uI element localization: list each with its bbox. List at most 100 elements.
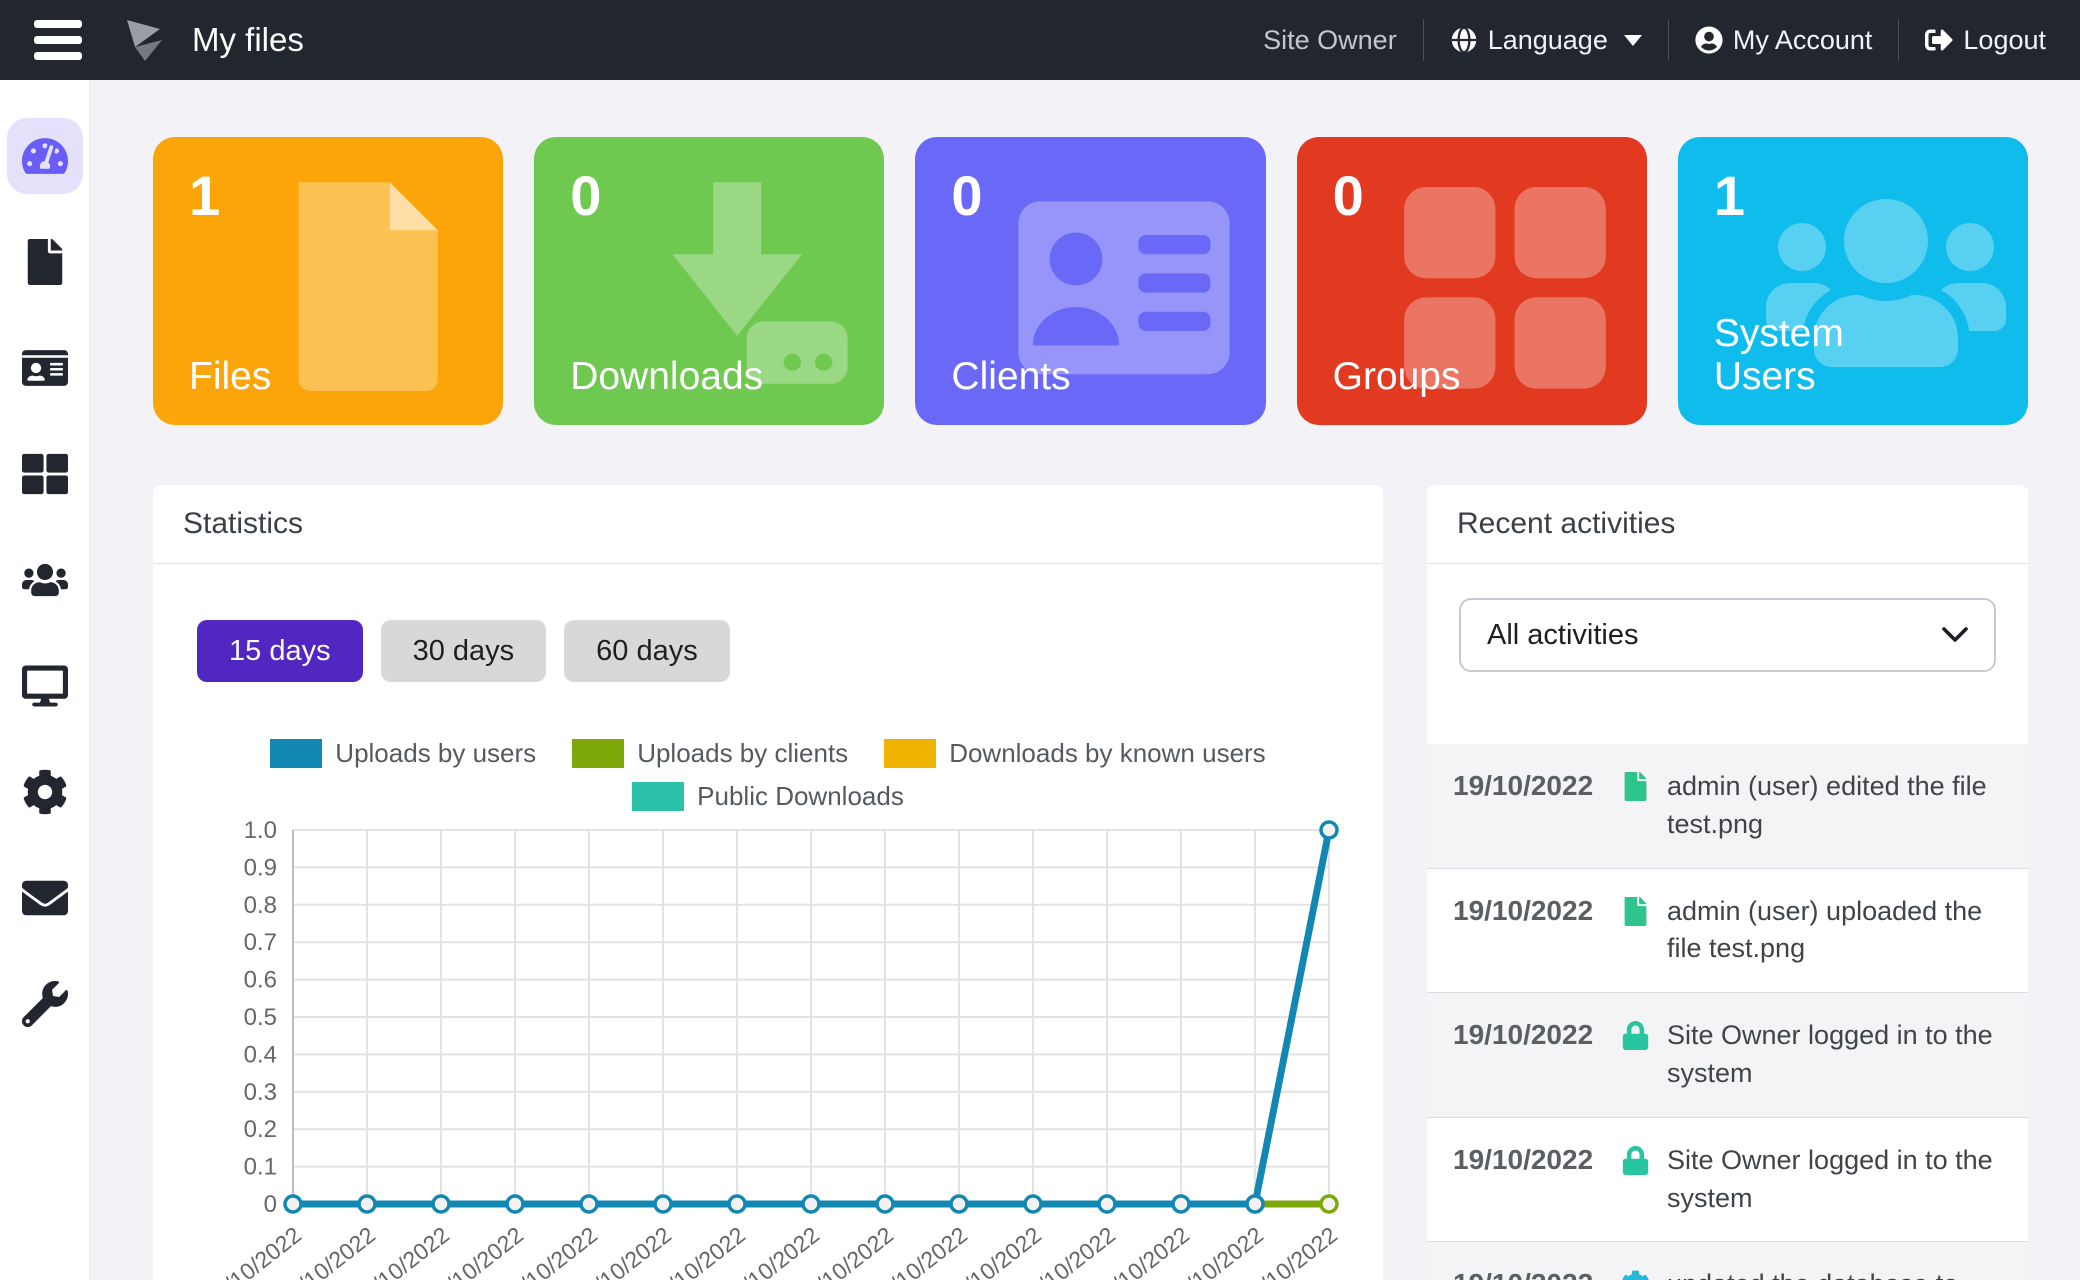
envelope-icon [22, 875, 68, 921]
page-title: My files [192, 21, 304, 59]
top-bar: My files Site Owner Language My Account [0, 0, 2080, 80]
statistics-chart: 00.10.20.30.40.50.60.70.80.91.05/10/2022… [183, 816, 1357, 1280]
range-buttons: 15 days 30 days 60 days [197, 620, 1353, 682]
range-button-15-days[interactable]: 15 days [197, 620, 363, 682]
svg-text:0.6: 0.6 [244, 967, 277, 994]
my-account-menu[interactable]: My Account [1669, 25, 1899, 56]
stat-value: 1 [189, 167, 467, 226]
activity-row[interactable]: 19/10/2022 Site Owner logged in to the s… [1427, 1118, 2028, 1243]
stat-label: Clients [951, 355, 1079, 399]
selected-filter-value: All activities [1487, 619, 1639, 652]
top-bar-menu: Site Owner Language My Account [1237, 19, 2050, 61]
legend-item-uploads-by-clients: Uploads by clients [572, 738, 848, 769]
stat-value: 1 [1714, 167, 1992, 226]
recent-activities-panel: Recent activities All activities 19/10/2… [1427, 485, 2028, 1280]
logout-button[interactable]: Logout [1899, 25, 2050, 56]
activity-list: 19/10/2022 admin (user) edited the file … [1427, 744, 2028, 1280]
activity-text: Site Owner logged in to the system [1667, 1017, 2002, 1093]
range-button-60-days[interactable]: 60 days [564, 620, 730, 682]
file-icon [1621, 893, 1667, 969]
language-menu[interactable]: Language [1424, 25, 1668, 56]
chart-legend: Uploads by users Uploads by clients Down… [153, 738, 1383, 812]
sidebar-item-email[interactable] [7, 860, 83, 936]
stat-value: 0 [570, 167, 848, 226]
stat-label: Groups [1333, 355, 1461, 399]
legend-swatch [572, 739, 624, 768]
gear-icon [22, 769, 68, 815]
monitor-icon [22, 663, 68, 709]
stat-card-system-users[interactable]: 1 System Users [1678, 137, 2028, 425]
svg-text:7/10/2022: 7/10/2022 [357, 1221, 454, 1280]
svg-text:0.9: 0.9 [244, 854, 277, 881]
svg-text:9/10/2022: 9/10/2022 [505, 1221, 602, 1280]
activity-date: 19/10/2022 [1453, 893, 1621, 969]
statistics-panel: Statistics 15 days 30 days 60 days Uploa… [153, 485, 1383, 1280]
activity-row[interactable]: 19/10/2022 admin (user) uploaded the fil… [1427, 869, 2028, 994]
stat-label: Files [189, 355, 317, 399]
svg-text:5/10/2022: 5/10/2022 [209, 1221, 306, 1280]
my-account-label: My Account [1733, 25, 1873, 56]
legend-item-downloads-by-known-users: Downloads by known users [884, 738, 1266, 769]
caret-down-icon [1624, 35, 1642, 46]
legend-swatch [632, 782, 684, 811]
user-circle-icon [1695, 26, 1723, 54]
wrench-icon [22, 981, 68, 1027]
activity-date: 19/10/2022 [1453, 1017, 1621, 1093]
file-icon [22, 239, 68, 285]
stat-card-files[interactable]: 1 Files [153, 137, 503, 425]
svg-text:0.5: 0.5 [244, 1004, 277, 1031]
activity-row[interactable]: 19/10/2022 admin (user) edited the file … [1427, 744, 2028, 869]
stat-card-groups[interactable]: 0 Groups [1297, 137, 1647, 425]
legend-swatch [270, 739, 322, 768]
range-button-30-days[interactable]: 30 days [381, 620, 547, 682]
stat-label: System Users [1714, 312, 1842, 399]
sidebar [0, 80, 90, 1280]
stat-value: 0 [1333, 167, 1611, 226]
svg-text:0.1: 0.1 [244, 1154, 277, 1181]
sidebar-item-settings[interactable] [7, 754, 83, 830]
lock-icon [1621, 1017, 1667, 1093]
legend-swatch [884, 739, 936, 768]
svg-text:0.3: 0.3 [244, 1079, 277, 1106]
id-card-icon [22, 345, 68, 391]
sidebar-item-files[interactable] [7, 224, 83, 300]
svg-text:0.7: 0.7 [244, 929, 277, 956]
sidebar-item-groups[interactable] [7, 436, 83, 512]
globe-icon [1450, 26, 1478, 54]
legend-item-public-downloads: Public Downloads [632, 781, 904, 812]
sidebar-item-users[interactable] [7, 542, 83, 618]
sidebar-item-tools[interactable] [7, 966, 83, 1042]
svg-text:0: 0 [264, 1191, 277, 1218]
legend-label: Uploads by clients [637, 738, 848, 769]
svg-text:1.0: 1.0 [244, 817, 277, 844]
activity-row[interactable]: 19/10/2022 Site Owner logged in to the s… [1427, 993, 2028, 1118]
menu-toggle-button[interactable] [34, 20, 82, 60]
activity-date: 19/10/2022 [1453, 1142, 1621, 1218]
stat-cards: 1 Files 0 Downloads 0 [153, 137, 2028, 425]
users-icon [22, 557, 68, 603]
activity-row[interactable]: 19/10/2022 updated the database to versi… [1427, 1242, 2028, 1280]
stat-label: Downloads [570, 355, 698, 399]
sidebar-item-clients[interactable] [7, 330, 83, 406]
language-label: Language [1488, 25, 1608, 56]
activity-date: 19/10/2022 [1453, 1266, 1621, 1280]
activities-filter-select[interactable]: All activities [1459, 598, 1996, 672]
file-icon [1621, 768, 1667, 844]
activity-text: admin (user) edited the file test.png [1667, 768, 2002, 844]
svg-text:0.2: 0.2 [244, 1116, 277, 1143]
svg-text:0.8: 0.8 [244, 892, 277, 919]
stat-card-clients[interactable]: 0 Clients [915, 137, 1265, 425]
logout-icon [1925, 26, 1953, 54]
lock-icon [1621, 1142, 1667, 1218]
legend-label: Downloads by known users [949, 738, 1266, 769]
stat-card-downloads[interactable]: 0 Downloads [534, 137, 884, 425]
activity-text: admin (user) uploaded the file test.png [1667, 893, 2002, 969]
logout-label: Logout [1963, 25, 2046, 56]
sidebar-item-dashboard[interactable] [7, 118, 83, 194]
gauge-icon [22, 133, 68, 179]
sidebar-item-templates[interactable] [7, 648, 83, 724]
grid-icon [22, 451, 68, 497]
activity-date: 19/10/2022 [1453, 768, 1621, 844]
logged-in-user-label: Site Owner [1237, 25, 1423, 56]
legend-label: Public Downloads [697, 781, 904, 812]
